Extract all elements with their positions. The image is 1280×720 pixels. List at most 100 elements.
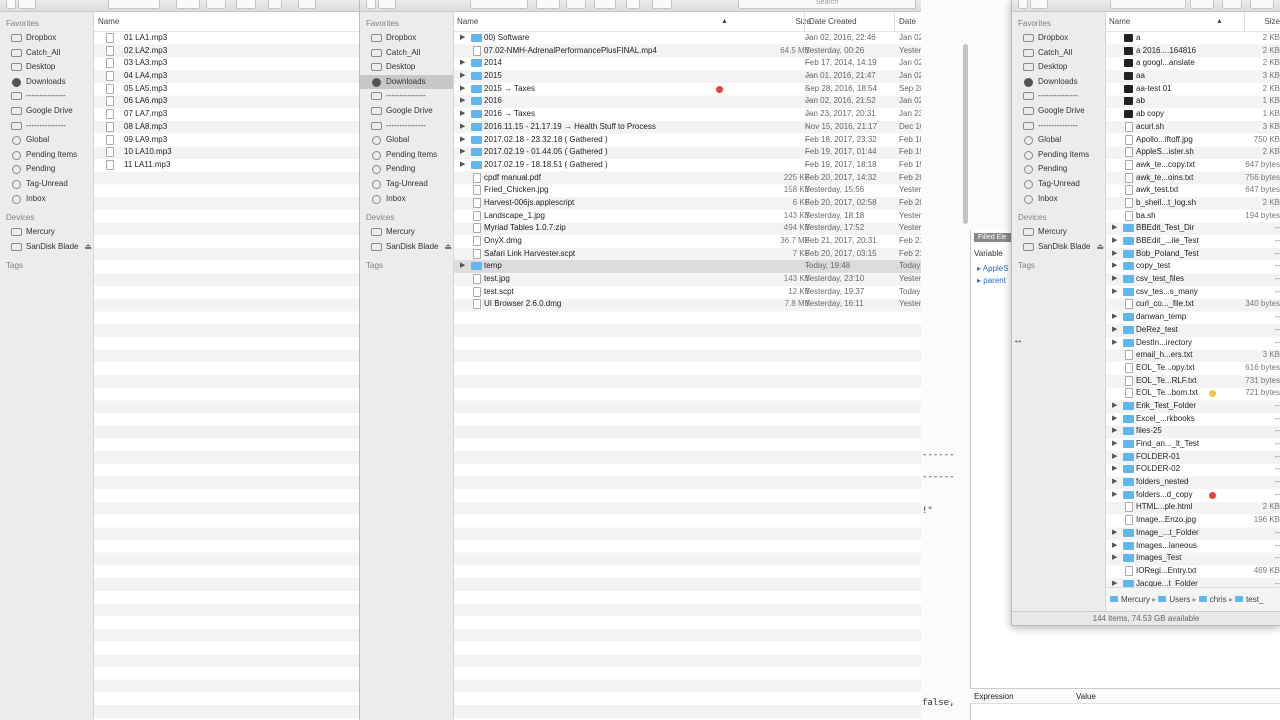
- disclosure-triangle-icon[interactable]: ▶: [1112, 552, 1117, 565]
- sidebar-item-google-drive[interactable]: Google Drive: [360, 104, 453, 119]
- eject-icon[interactable]: ⏏: [444, 242, 452, 251]
- search-field[interactable]: Search: [738, 0, 916, 9]
- share-button[interactable]: [268, 0, 282, 9]
- table-row[interactable]: ▶ folders...d_copy --: [1106, 489, 1280, 502]
- path-segment[interactable]: chris: [1210, 595, 1227, 604]
- sidebar-item-desktop[interactable]: Desktop: [1012, 60, 1105, 75]
- sidebar-item-dropbox[interactable]: Dropbox: [1012, 31, 1105, 46]
- disclosure-triangle-icon[interactable]: ▶: [1112, 540, 1117, 553]
- table-row[interactable]: ▶ temp -- Today, 19:48 Today: [454, 260, 921, 274]
- table-row[interactable]: ▶ 2014 -- Feb 17, 2014, 14:19 Jan 02: [454, 57, 921, 70]
- name-column[interactable]: Name: [457, 12, 478, 32]
- table-row[interactable]: email_h...ers.txt 3 KB: [1106, 349, 1280, 362]
- forward-button[interactable]: [18, 0, 36, 9]
- sidebar-item-sandisk-blade[interactable]: SanDisk Blade ⏏: [1012, 240, 1105, 255]
- back-button[interactable]: [366, 0, 376, 9]
- table-row[interactable]: ▶ danwan_temp --: [1106, 311, 1280, 324]
- action-button[interactable]: [176, 0, 200, 9]
- table-row[interactable]: ▶ Images_Test --: [1106, 552, 1280, 565]
- disclosure-triangle-icon[interactable]: ▶: [460, 108, 465, 121]
- table-row[interactable]: ▶ Images...laneous --: [1106, 540, 1280, 553]
- sidebar-item-global[interactable]: Global: [1012, 133, 1105, 148]
- tag-button[interactable]: [206, 0, 226, 9]
- list-item[interactable]: 08 LA8.mp3: [94, 121, 360, 134]
- sidebar-item-pending-items[interactable]: Pending Items: [360, 148, 453, 163]
- sidebar-item-global[interactable]: Global: [360, 133, 453, 148]
- table-row[interactable]: ▶ Erik_Test_Folder --: [1106, 400, 1280, 413]
- disclosure-triangle-icon[interactable]: ▶: [1112, 451, 1117, 464]
- list-item[interactable]: 03 LA3.mp3: [94, 57, 360, 70]
- table-row[interactable]: Fried_Chicken.jpg 158 KB Yesterday, 15:56 Y…: [454, 184, 921, 197]
- list-item[interactable]: 06 LA6.mp3: [94, 95, 360, 108]
- sidebar-item-dropbox[interactable]: Dropbox: [360, 31, 453, 46]
- sidebar-item-mercury[interactable]: Mercury: [360, 225, 453, 240]
- back-button[interactable]: [1018, 0, 1028, 9]
- table-row[interactable]: ▶ Image_...t_Folder --: [1106, 527, 1280, 540]
- table-row[interactable]: AppleS...ister.sh 2 KB: [1106, 146, 1280, 159]
- table-row[interactable]: awk_test.txt 647 bytes: [1106, 184, 1280, 197]
- action-button[interactable]: [536, 0, 560, 9]
- sidebar-item-downloads[interactable]: Downloads: [1012, 75, 1105, 90]
- table-row[interactable]: Myriad Tables 1.0.7.zip 494 KB Yesterday, …: [454, 222, 921, 235]
- table-row[interactable]: ▶ DeRez_test --: [1106, 324, 1280, 337]
- list-item[interactable]: 01 LA1.mp3: [94, 32, 360, 45]
- scrollbar[interactable]: [963, 44, 968, 224]
- sidebar-item-mercury[interactable]: Mercury: [0, 225, 93, 240]
- list-item[interactable]: 07 LA7.mp3: [94, 108, 360, 121]
- table-row[interactable]: ▶ 2016.11.15 - 21.17.19 → Health Stuff to…: [454, 121, 921, 134]
- sidebar-item-google-drive[interactable]: Google Drive: [1012, 104, 1105, 119]
- table-row[interactable]: test.scpt 12 KB Yesterday, 19:37 Today: [454, 286, 921, 299]
- disclosure-triangle-icon[interactable]: ▶: [1112, 413, 1117, 426]
- sidebar-item-separator[interactable]: ---------------: [0, 89, 93, 104]
- list-item[interactable]: 04 LA4.mp3: [94, 70, 360, 83]
- table-row[interactable]: ▶ 00) Software -- Jan 02, 2016, 22:46 Jan 02: [454, 32, 921, 45]
- sidebar-item-inbox[interactable]: Inbox: [0, 192, 93, 207]
- table-row[interactable]: a googl...anslate 2 KB: [1106, 57, 1280, 70]
- table-row[interactable]: ▶ FOLDER-01 --: [1106, 451, 1280, 464]
- table-row[interactable]: EOL_Te...opy.txt 616 bytes: [1106, 362, 1280, 375]
- table-row[interactable]: ▶ 2017.02.19 - 18.18.51 ( Gathered ) -- Feb…: [454, 159, 921, 172]
- table-row[interactable]: ▶ 2015 -- Jan 01, 2016, 21:47 Jan 02: [454, 70, 921, 83]
- sidebar-item-catch-all[interactable]: Catch_All: [0, 46, 93, 61]
- table-row[interactable]: ab 1 KB: [1106, 95, 1280, 108]
- sidebar-item-downloads[interactable]: Downloads: [0, 75, 93, 90]
- disclosure-triangle-icon[interactable]: ▶: [460, 159, 465, 172]
- sidebar-item-tag-unread[interactable]: Tag-Unread: [0, 177, 93, 192]
- table-row[interactable]: ▶ BBEdit_...ile_Test --: [1106, 235, 1280, 248]
- sidebar-item-catch-all[interactable]: Catch_All: [360, 46, 453, 61]
- disclosure-triangle-icon[interactable]: ▶: [1112, 286, 1117, 299]
- sidebar-item-inbox[interactable]: Inbox: [1012, 192, 1105, 207]
- list-item[interactable]: 02 LA2.mp3: [94, 45, 360, 58]
- table-row[interactable]: b_shell...t_log.sh 2 KB: [1106, 197, 1280, 210]
- disclosure-triangle-icon[interactable]: ▶: [1112, 425, 1117, 438]
- action-button[interactable]: [1190, 0, 1214, 9]
- sidebar-item-mercury[interactable]: Mercury: [1012, 225, 1105, 240]
- table-row[interactable]: ▶ 2016 -- Jan 02, 2016, 21:52 Jan 02: [454, 95, 921, 108]
- table-row[interactable]: ab copy 1 KB: [1106, 108, 1280, 121]
- share-button[interactable]: [626, 0, 640, 9]
- var-row[interactable]: ▸ AppleS: [977, 264, 1009, 273]
- disclosure-triangle-icon[interactable]: ▶: [460, 260, 465, 273]
- size-column[interactable]: Size: [1244, 12, 1280, 32]
- table-row[interactable]: ▶ folders_nested --: [1106, 476, 1280, 489]
- list-item[interactable]: 10 LA10.mp3: [94, 146, 360, 159]
- table-row[interactable]: ba.sh 194 bytes: [1106, 210, 1280, 223]
- table-row[interactable]: cpdf manual.pdf 225 KB Feb 20, 2017, 14:32…: [454, 172, 921, 185]
- disclosure-triangle-icon[interactable]: ▶: [1112, 463, 1117, 476]
- table-row[interactable]: ▶ BBEdit_Test_Dir --: [1106, 222, 1280, 235]
- eject-icon[interactable]: ⏏: [1096, 242, 1104, 251]
- table-row[interactable]: Apollo...iftoff.jpg 750 KB: [1106, 134, 1280, 147]
- table-row[interactable]: Harvest-006js.applescript 6 KB Feb 20, 201…: [454, 197, 921, 210]
- tag-button[interactable]: [1222, 0, 1242, 9]
- path-segment[interactable]: Users: [1169, 595, 1190, 604]
- disclosure-triangle-icon[interactable]: ▶: [1112, 476, 1117, 489]
- sidebar-item-separator[interactable]: ---------------: [1012, 119, 1105, 134]
- disclosure-triangle-icon[interactable]: ▶: [1112, 489, 1117, 502]
- view-button[interactable]: [108, 0, 160, 9]
- path-button[interactable]: [298, 0, 316, 9]
- table-row[interactable]: Image...Enzo.jpg 196 KB: [1106, 514, 1280, 527]
- table-row[interactable]: ▶ DestIn...irectory --: [1106, 337, 1280, 350]
- eject-icon[interactable]: ⏏: [84, 242, 92, 251]
- disclosure-triangle-icon[interactable]: ▶: [1112, 438, 1117, 451]
- path-segment[interactable]: Mercury: [1121, 595, 1150, 604]
